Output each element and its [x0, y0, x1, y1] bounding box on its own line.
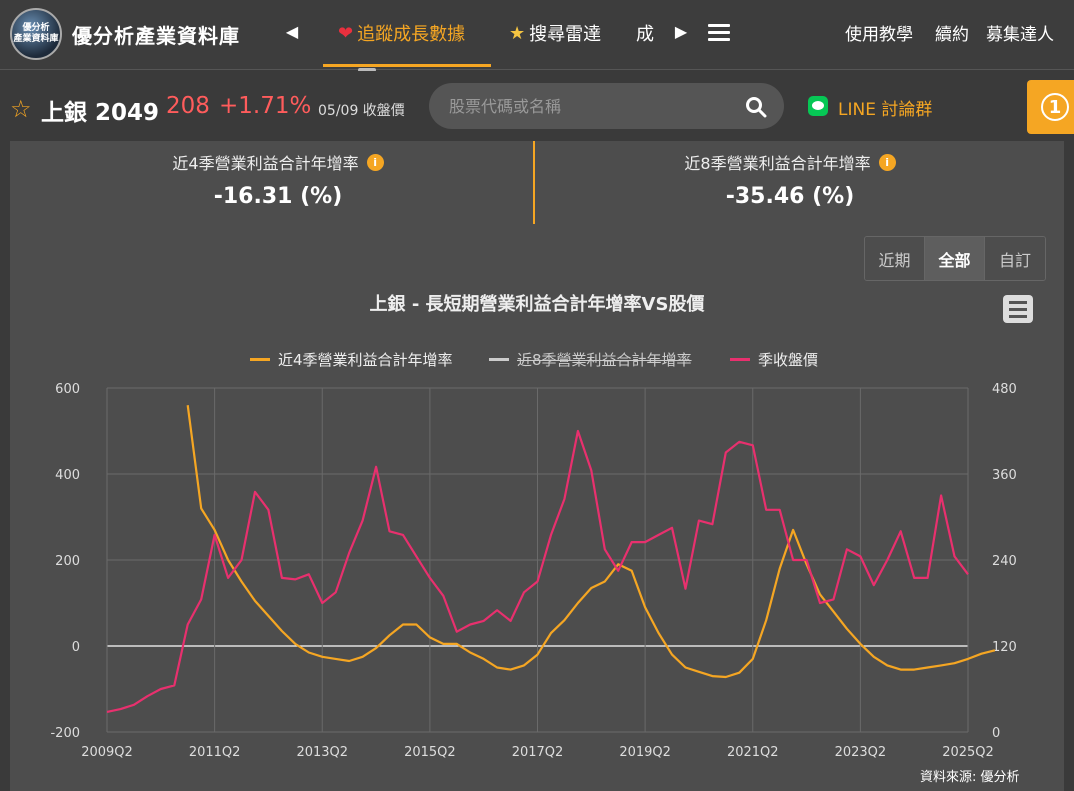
y-left-tick-label: 0 [72, 640, 80, 655]
y-left-tick-label: 600 [55, 382, 80, 397]
chart-plot: -200 0 200 400 600 0 120 240 360 480 2009Q2 2011Q2 2… [50, 382, 1017, 760]
x-tick-label: 2013Q2 [296, 745, 348, 760]
x-tick-label: 2017Q2 [512, 745, 564, 760]
x-tick-label: 2009Q2 [81, 745, 133, 760]
x-tick-label: 2015Q2 [404, 745, 456, 760]
x-tick-label: 2019Q2 [619, 745, 671, 760]
y-right-tick-label: 0 [992, 726, 1000, 741]
y-right-tick-label: 120 [992, 640, 1017, 655]
y-left-tick-label: 200 [55, 554, 80, 569]
y-right-tick-label: 240 [992, 554, 1017, 569]
series-line-0 [186, 405, 996, 679]
y-left-tick-label: -200 [50, 726, 80, 741]
x-tick-label: 2025Q2 [942, 745, 994, 760]
x-tick-label: 2011Q2 [189, 745, 241, 760]
x-tick-label: 2023Q2 [835, 745, 887, 760]
x-tick-label: 2021Q2 [727, 745, 779, 760]
y-left-tick-label: 400 [55, 468, 80, 483]
data-source: 資料來源: 優分析 [920, 770, 1020, 785]
y-right-tick-label: 360 [992, 468, 1017, 483]
y-right-tick-label: 480 [992, 382, 1017, 397]
